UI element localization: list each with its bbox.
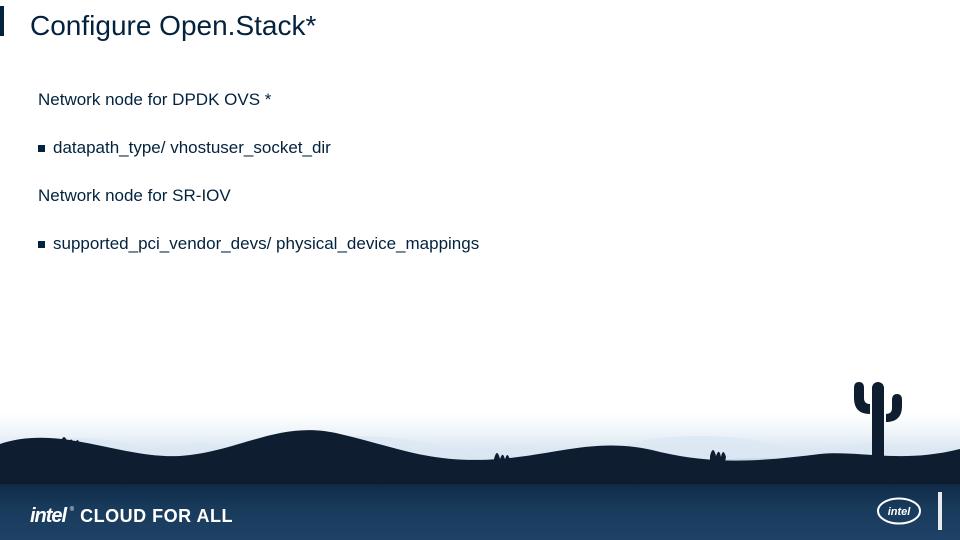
brand-tagline: CLOUD FOR ALL [80, 506, 233, 527]
brand-intel-word: intel ® [30, 505, 72, 528]
clouds-decoration [0, 412, 960, 484]
square-bullet-icon [38, 241, 45, 248]
bullet-item: supported_pci_vendor_devs/ physical_devi… [38, 234, 920, 254]
bullet-text: datapath_type/ vhostuser_socket_dir [53, 138, 331, 158]
slide-title: Configure Open.Stack* [30, 10, 316, 42]
bullet-text: supported_pci_vendor_devs/ physical_devi… [53, 234, 479, 254]
square-bullet-icon [38, 145, 45, 152]
footer-accent-bar [938, 492, 942, 530]
section-heading: Network node for DPDK OVS * [38, 90, 920, 110]
brand-lockup: intel ® CLOUD FOR ALL [30, 505, 233, 528]
section-heading: Network node for SR-IOV [38, 186, 920, 206]
title-accent-bar [0, 6, 4, 36]
intel-logo-icon: intel [876, 496, 922, 526]
intel-logo-text: intel [888, 506, 912, 518]
slide: Configure Open.Stack* Network node for D… [0, 0, 960, 540]
slide-content: Network node for DPDK OVS * datapath_typ… [38, 90, 920, 274]
brand-intel-text: intel [30, 505, 66, 527]
registered-mark: ® [70, 507, 73, 513]
divider [0, 482, 960, 484]
bullet-item: datapath_type/ vhostuser_socket_dir [38, 138, 920, 158]
footer-band: intel ® CLOUD FOR ALL intel [0, 484, 960, 540]
